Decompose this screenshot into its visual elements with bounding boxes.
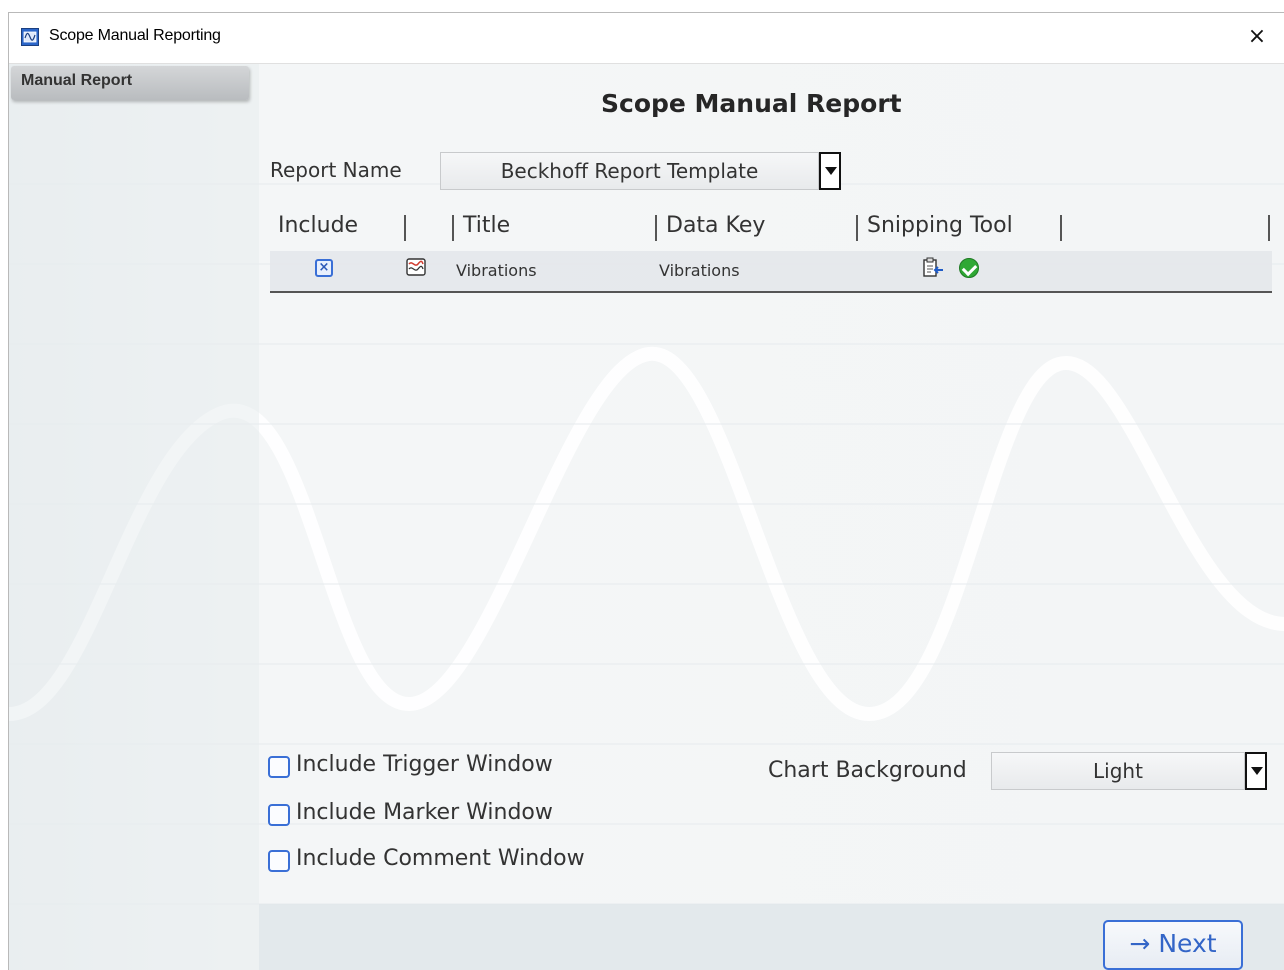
table-header: Include Title Data Key Snipping Tool [270, 207, 1272, 251]
next-button[interactable]: → Next [1103, 920, 1243, 970]
row-title: Vibrations [456, 261, 537, 280]
sidebar-item-manual-report[interactable]: Manual Report [11, 66, 249, 100]
column-include[interactable]: Include [278, 213, 358, 238]
include-comment-window-checkbox[interactable] [268, 850, 290, 872]
chart-background-select[interactable]: Light [991, 752, 1245, 790]
row-data-key: Vibrations [659, 261, 740, 280]
client-area: Manual Report Scope Manual Report Report… [9, 64, 1284, 970]
snipping-tool-icon[interactable] [922, 256, 944, 280]
include-comment-window-label: Include Comment Window [296, 846, 585, 871]
report-name-select[interactable]: Beckhoff Report Template [440, 152, 819, 190]
column-separator [404, 215, 406, 241]
column-data-key[interactable]: Data Key [666, 213, 765, 238]
column-separator [452, 215, 454, 241]
report-name-dropdown-arrow[interactable] [819, 152, 841, 190]
chart-background-dropdown-arrow[interactable] [1245, 752, 1267, 790]
column-snipping-tool[interactable]: Snipping Tool [867, 213, 1013, 238]
table-row[interactable]: × Vibrations Vibrations [270, 251, 1272, 293]
include-marker-window-label: Include Marker Window [296, 800, 553, 825]
column-separator [1268, 215, 1270, 241]
scope-app-icon [21, 28, 39, 46]
title-bar: Scope Manual Reporting × [9, 13, 1284, 64]
include-checkbox[interactable]: × [315, 259, 333, 277]
main-window: Scope Manual Reporting × Manual Report S… [8, 12, 1284, 970]
chart-background-label: Chart Background [768, 758, 967, 783]
window-title: Scope Manual Reporting [49, 27, 221, 44]
page-title: Scope Manual Report [601, 89, 902, 118]
include-trigger-window-checkbox[interactable] [268, 756, 290, 778]
column-separator [856, 215, 858, 241]
close-button[interactable]: × [1239, 21, 1275, 53]
include-marker-window-checkbox[interactable] [268, 804, 290, 826]
report-name-label: Report Name [270, 158, 402, 182]
chart-channel-icon [406, 258, 426, 276]
check-ok-icon [959, 258, 979, 278]
column-separator [1060, 215, 1062, 241]
include-trigger-window-label: Include Trigger Window [296, 752, 553, 777]
column-title[interactable]: Title [463, 213, 510, 238]
sidebar: Manual Report [9, 64, 259, 970]
column-separator [655, 215, 657, 241]
